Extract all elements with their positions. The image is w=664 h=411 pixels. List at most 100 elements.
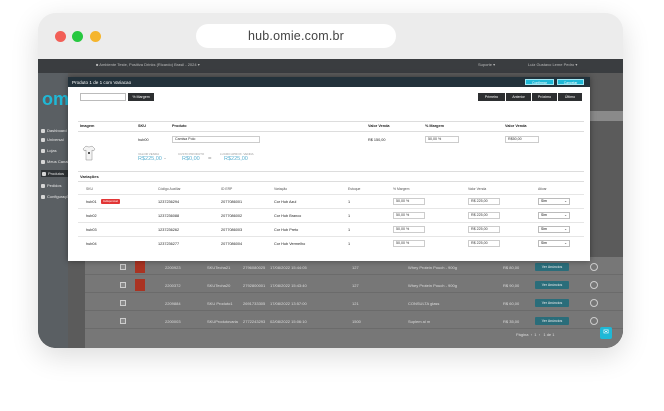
var-col-aux: Código Auxiliar <box>158 187 181 191</box>
row-action-icon[interactable] <box>590 317 598 325</box>
row-action-icon[interactable] <box>590 299 598 307</box>
variation-row: hub01 Indisponível 1237236294 2077086001… <box>78 194 584 208</box>
row-checkbox[interactable] <box>120 264 126 270</box>
activate-select[interactable]: Sim ⌄ <box>538 226 570 233</box>
view-listings-button[interactable]: Ver Anúncios <box>535 263 569 271</box>
environment-selector[interactable]: ■ Ambiente Teste, Positiva Drinks (Ricar… <box>96 62 200 67</box>
variation-margin-input[interactable]: 50,00 % <box>393 226 425 233</box>
product-image <box>82 145 96 161</box>
previous-button[interactable]: Anterior <box>506 93 531 101</box>
activate-select[interactable]: Sim ⌄ <box>538 240 570 247</box>
row-checkbox[interactable] <box>120 282 126 288</box>
var-col-variacao: Variação <box>274 187 288 191</box>
divider <box>78 131 584 132</box>
sidebar-item-dashboard[interactable]: Dashboard <box>41 128 67 133</box>
chat-button[interactable]: ✉ <box>600 327 612 339</box>
variation-margin-input[interactable]: 50,00 % <box>393 212 425 219</box>
minimize-window-button[interactable] <box>72 31 83 42</box>
var-col-sku: SKU <box>86 187 93 191</box>
settings-icon <box>41 194 45 199</box>
divider <box>78 181 584 182</box>
variation-value-input[interactable]: R$ 225,00 <box>468 226 500 233</box>
product-margin-input[interactable]: 50,00 % <box>425 136 459 143</box>
confirm-button[interactable]: Confirmar <box>525 79 554 85</box>
last-button[interactable]: Último <box>558 93 582 101</box>
store-icon <box>41 148 45 153</box>
var-col-valor: Valor Venda <box>468 187 487 191</box>
products-icon <box>42 171 46 176</box>
col-valor-venda: Valor Venda <box>368 124 390 128</box>
universal-icon <box>41 137 45 142</box>
cost-value: R$0,00 <box>182 156 200 162</box>
user-menu[interactable]: Luiz Gustavo Leme Pedro ▾ <box>528 62 577 67</box>
row-checkbox[interactable] <box>120 318 126 324</box>
var-col-estoque: Estoque <box>348 187 361 191</box>
pagination: Página ‹ 1 › 1 de 1 <box>516 332 555 337</box>
margin-button[interactable]: % Margem <box>128 93 154 101</box>
divider <box>78 171 584 172</box>
variation-value-input[interactable]: R$ 225,00 <box>468 240 500 247</box>
table-row[interactable]: 2200372 SKUTecha20 2792800001 17/08/2022… <box>85 277 623 293</box>
variation-row: hub03 1237236262 2077086003 Cor Hub Pret… <box>78 222 584 236</box>
channels-icon <box>41 159 45 164</box>
sidebar-item-produtos[interactable]: Produtos <box>41 170 68 177</box>
view-listings-button[interactable]: Ver Anúncios <box>535 299 569 307</box>
app-topbar: ■ Ambiente Teste, Positiva Drinks (Ricar… <box>38 59 623 73</box>
support-menu[interactable]: Suporte ▾ <box>478 62 495 67</box>
equals-sign: = <box>208 156 212 162</box>
browser-window: hub.omie.com.br ■ Ambiente Teste, Positi… <box>38 13 623 348</box>
col-imagem: Imagem <box>80 124 95 128</box>
sidebar-item-lojas[interactable]: Lojas <box>41 148 57 153</box>
variation-row: hub02 1237236088 2077086002 Cor Hub Bran… <box>78 208 584 222</box>
chevron-down-icon: ⌄ <box>564 227 567 231</box>
col-margem: % Margem <box>425 124 444 128</box>
cost-value: R$225,00 <box>138 156 162 162</box>
view-listings-button[interactable]: Ver Anúncios <box>535 281 569 289</box>
chevron-down-icon: ⌄ <box>564 213 567 217</box>
product-variation-modal: Produto 1 de 1 com Variacao Confirmar Ca… <box>68 77 590 261</box>
cost-value: R$225,00 <box>224 156 248 162</box>
product-thumbnail <box>135 261 145 273</box>
maximize-window-button[interactable] <box>90 31 101 42</box>
variation-value-input[interactable]: R$ 225,00 <box>468 212 500 219</box>
modal-header: Produto 1 de 1 com Variacao Confirmar Ca… <box>68 77 590 87</box>
activate-select[interactable]: Sim ⌄ <box>538 212 570 219</box>
table-row[interactable]: 2200003 SKUProdutovaria 2772243293 02/08… <box>85 313 623 329</box>
orders-icon <box>41 183 45 188</box>
sidebar-item-universal[interactable]: Universal <box>41 137 64 142</box>
filter-input[interactable] <box>80 93 126 101</box>
minus-sign: - <box>164 156 166 162</box>
product-name-input[interactable]: Camisa Polo <box>172 136 260 143</box>
row-action-icon[interactable] <box>590 263 598 271</box>
chevron-down-icon: ⌄ <box>564 199 567 203</box>
variation-row: hub04 1237236277 2077086004 Cor Hub Verm… <box>78 236 584 250</box>
table-row[interactable]: 2209884 SKU Produto1 2691733305 17/08/20… <box>85 295 623 311</box>
variation-value-input[interactable]: R$ 225,00 <box>468 198 500 205</box>
first-button[interactable]: Primeiro <box>478 93 505 101</box>
view-listings-button[interactable]: Ver Anúncios <box>535 317 569 325</box>
app-screen: ■ Ambiente Teste, Positiva Drinks (Ricar… <box>38 59 623 348</box>
variation-margin-input[interactable]: 50,00 % <box>393 240 425 247</box>
table-header-band <box>588 111 623 121</box>
product-sale-value-input[interactable]: R$50,00 <box>505 136 539 143</box>
sidebar-item-canais[interactable]: Meus Canais <box>41 159 70 164</box>
variation-margin-input[interactable]: 50,00 % <box>393 198 425 205</box>
var-col-margem: % Margem <box>393 187 410 191</box>
row-checkbox[interactable] <box>120 300 126 306</box>
chevron-down-icon: ⌄ <box>564 241 567 245</box>
table-row[interactable]: 2200923 SKUTecha21 2796080025 17/08/2022… <box>85 259 623 275</box>
product-thumbnail <box>135 279 145 291</box>
divider <box>78 121 584 122</box>
close-window-button[interactable] <box>55 31 66 42</box>
cancel-button[interactable]: Cancelar <box>557 79 584 85</box>
sidebar-item-pedidos[interactable]: Pedidos <box>41 183 61 188</box>
sidebar: om Dashboard Universal Lojas Meus Canais… <box>38 73 73 348</box>
product-sale-value: R$ 150,00 <box>368 138 386 142</box>
activate-select[interactable]: Sim ⌄ <box>538 198 570 205</box>
url-bar[interactable]: hub.omie.com.br <box>196 24 396 48</box>
next-button[interactable]: Próximo <box>532 93 557 101</box>
dashboard-icon <box>41 128 45 133</box>
var-col-erp: ID ERP <box>221 187 233 191</box>
variations-title: Variações <box>80 174 99 179</box>
row-action-icon[interactable] <box>590 281 598 289</box>
